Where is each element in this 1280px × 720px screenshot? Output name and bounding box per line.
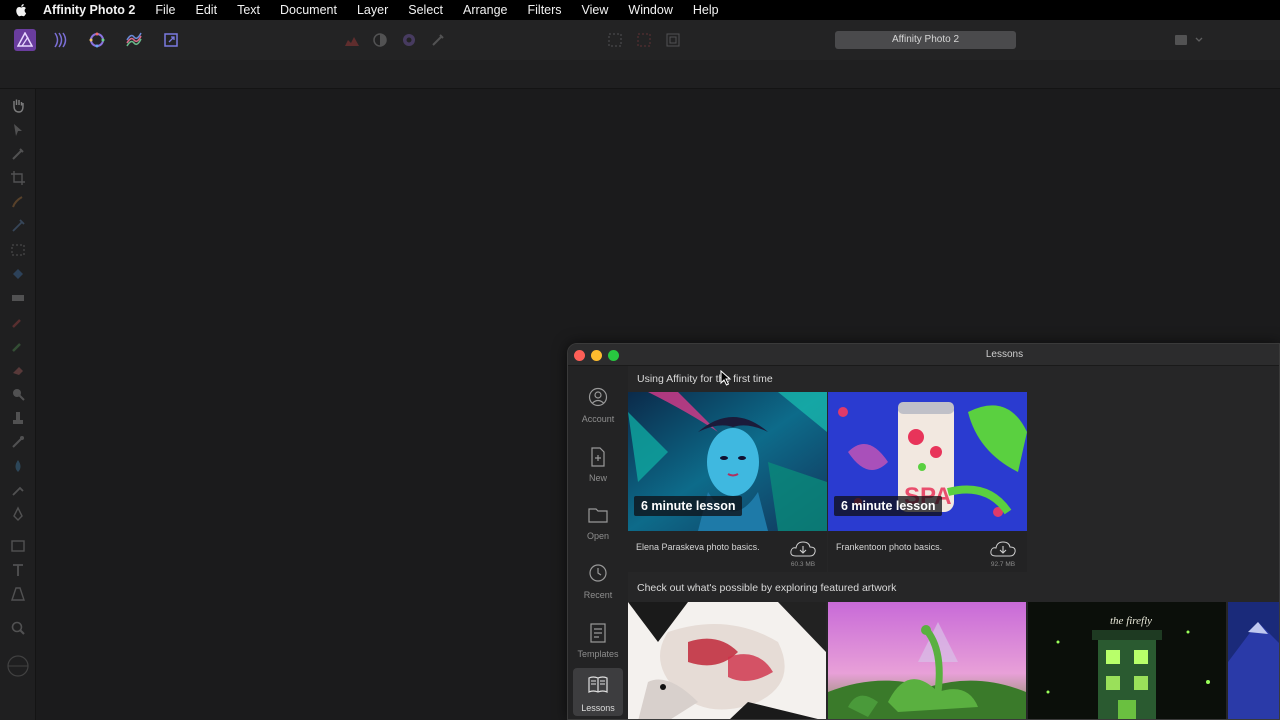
menu-bar: Affinity Photo 2 File Edit Text Document… (0, 0, 1280, 20)
lessons-window-title: Lessons (985, 349, 1024, 360)
context-toolbar (0, 60, 1280, 89)
selection-brush-icon[interactable] (636, 32, 652, 48)
menu-window[interactable]: Window (618, 0, 682, 20)
hand-tool-icon[interactable] (10, 97, 26, 113)
sidebar-label: Account (581, 414, 615, 424)
download-icon[interactable] (989, 540, 1017, 558)
lessons-window: Lessons Account New Open Recent Template… (567, 343, 1280, 720)
adjustment-icon[interactable] (372, 32, 388, 48)
featured-artwork-mountain[interactable] (1228, 602, 1280, 720)
lessons-sidebar: Account New Open Recent Templates Lesson… (568, 366, 628, 719)
dodge-tool-icon[interactable] (10, 386, 26, 402)
brush-settings-icon[interactable] (430, 32, 446, 48)
lessons-title-bar[interactable]: Lessons (568, 344, 1279, 366)
color-wheel-icon[interactable] (401, 32, 417, 48)
menu-app-name[interactable]: Affinity Photo 2 (41, 0, 145, 20)
templates-icon (590, 623, 606, 643)
sidebar-label: Templates (577, 649, 619, 659)
mouse-cursor-icon (720, 370, 732, 386)
account-icon (588, 387, 608, 407)
lesson-file-size: 92.7 MB (990, 561, 1016, 568)
lesson-name: Elena Paraskeva photo basics. (636, 542, 760, 552)
folder-icon (588, 508, 608, 523)
sidebar-item-open[interactable]: Open (573, 498, 623, 548)
blur-brush-tool-icon[interactable] (10, 458, 26, 474)
zoom-tool-icon[interactable] (10, 620, 26, 636)
refine-selection-icon[interactable] (665, 32, 681, 48)
flood-fill-tool-icon[interactable] (10, 266, 26, 282)
lesson-card[interactable]: SPA 6 minute lesson Frankentoon photo ba… (828, 392, 1027, 572)
paint-brush-tool-icon[interactable] (10, 314, 26, 330)
blemish-tool-icon[interactable] (10, 434, 26, 450)
mesh-warp-tool-icon[interactable] (10, 482, 26, 498)
menu-filters[interactable]: Filters (518, 0, 572, 20)
clone-tool-icon[interactable] (10, 410, 26, 426)
book-icon (588, 676, 608, 693)
section-heading-first-time: Using Affinity for the first time (637, 373, 773, 385)
studio-toggle-icon[interactable] (1173, 32, 1189, 48)
apple-icon[interactable] (15, 3, 29, 17)
menu-document[interactable]: Document (270, 0, 347, 20)
gradient-tool-icon[interactable] (10, 290, 26, 306)
sidebar-item-lessons[interactable]: Lessons (573, 668, 623, 716)
rectangle-tool-icon[interactable] (10, 538, 26, 554)
tools-panel (0, 89, 36, 720)
photo-persona-icon[interactable] (14, 29, 36, 51)
menu-text[interactable]: Text (227, 0, 270, 20)
marquee-tool-icon[interactable] (10, 242, 26, 258)
svg-text:the firefly: the firefly (1110, 615, 1152, 627)
sidebar-item-account[interactable]: Account (573, 381, 623, 431)
lesson-name: Frankentoon photo basics. (836, 542, 943, 552)
download-icon[interactable] (789, 540, 817, 558)
menu-file[interactable]: File (145, 0, 185, 20)
document-title-tab[interactable]: Affinity Photo 2 (835, 31, 1016, 49)
pixel-tool-icon[interactable] (10, 338, 26, 354)
affinity-photo-app: Affinity Photo 2 File Edit Text Document… (0, 0, 1280, 720)
erase-tool-icon[interactable] (10, 362, 26, 378)
menu-view[interactable]: View (572, 0, 619, 20)
sidebar-item-recent[interactable]: Recent (573, 557, 623, 607)
color-picker-tool-icon[interactable] (10, 146, 26, 162)
flood-select-tool-icon[interactable] (10, 218, 26, 234)
sidebar-item-new[interactable]: New (573, 440, 623, 490)
export-persona-icon[interactable] (160, 29, 182, 51)
sidebar-label: Recent (583, 590, 613, 600)
new-document-icon (591, 447, 605, 467)
menu-edit[interactable]: Edit (186, 0, 228, 20)
section-heading-featured: Check out what's possible by exploring f… (637, 582, 897, 594)
liquify-persona-icon[interactable] (50, 29, 72, 51)
perspective-tool-icon[interactable] (10, 586, 26, 602)
text-tool-icon[interactable] (10, 562, 26, 578)
move-tool-icon[interactable] (10, 122, 26, 138)
menu-arrange[interactable]: Arrange (453, 0, 517, 20)
lesson-card[interactable]: 6 minute lesson Elena Paraskeva photo ba… (628, 392, 827, 572)
featured-artwork-bird[interactable] (628, 602, 826, 720)
histogram-icon[interactable] (344, 32, 360, 48)
lesson-duration-badge: 6 minute lesson (834, 496, 943, 516)
marquee-icon[interactable] (607, 32, 623, 48)
sidebar-label: New (588, 473, 607, 483)
lesson-duration-badge: 6 minute lesson (634, 496, 743, 516)
color-swatch-icon[interactable] (6, 654, 30, 678)
menu-help[interactable]: Help (683, 0, 729, 20)
featured-artwork-dinosaurs[interactable] (828, 602, 1026, 720)
featured-artwork-firefly-club[interactable]: the firefly (1028, 602, 1226, 720)
sidebar-label: Open (586, 531, 610, 541)
main-toolbar: Affinity Photo 2 (0, 20, 1280, 60)
menu-layer[interactable]: Layer (347, 0, 398, 20)
sidebar-item-templates[interactable]: Templates (573, 616, 623, 666)
lesson-file-size: 60.3 MB (790, 561, 816, 568)
crop-tool-icon[interactable] (10, 170, 26, 186)
clock-icon (589, 564, 607, 582)
chevron-down-icon[interactable] (1193, 32, 1205, 48)
pen-tool-icon[interactable] (10, 506, 26, 522)
develop-persona-icon[interactable] (86, 29, 108, 51)
sidebar-label: Lessons (581, 703, 615, 713)
selection-brush-tool-icon[interactable] (10, 194, 26, 210)
menu-select[interactable]: Select (398, 0, 453, 20)
tone-mapping-persona-icon[interactable] (123, 29, 145, 51)
